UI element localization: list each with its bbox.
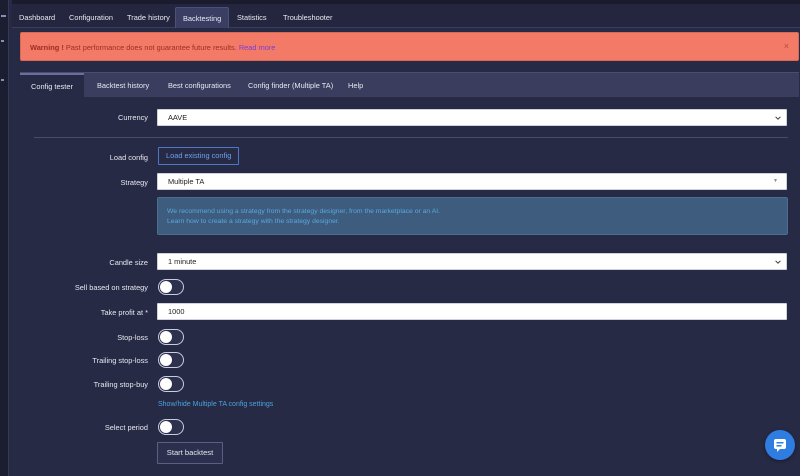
warning-banner: Warning ! Past performance does not guar… <box>20 32 799 61</box>
currency-value: AAVE <box>168 113 188 122</box>
nav-tab-trade-history[interactable]: Trade history <box>120 7 177 28</box>
toggle-knob <box>160 421 172 433</box>
show-hide-multiple-ta-settings-link[interactable]: Show/hide Multiple TA config settings <box>158 401 273 408</box>
select-period-toggle[interactable] <box>158 419 184 435</box>
nav-tab-troubleshooter[interactable]: Troubleshooter <box>276 7 339 28</box>
strategy-select[interactable]: Multiple TA ▼ <box>157 173 787 190</box>
warning-label: Warning ! <box>30 43 64 52</box>
candle-size-value: 1 minute <box>168 257 197 266</box>
take-profit-value: 1000 <box>168 307 185 316</box>
sell-based-on-strategy-toggle[interactable] <box>158 279 184 295</box>
chat-button[interactable] <box>765 430 795 460</box>
chat-icon <box>774 439 786 452</box>
read-more-link[interactable]: Read more <box>239 43 276 52</box>
warning-text: Past performance does not guarantee futu… <box>65 43 237 52</box>
toggle-knob <box>160 354 172 366</box>
start-backtest-button[interactable]: Start backtest <box>157 442 223 464</box>
toggle-knob <box>160 331 172 343</box>
load-config-label: Load config <box>109 153 148 162</box>
rail-marker[interactable] <box>1 40 4 42</box>
strategy-label: Strategy <box>120 178 148 187</box>
chevron-down-icon <box>775 260 781 264</box>
tab-backtest-history[interactable]: Backtest history <box>86 73 160 98</box>
tab-help[interactable]: Help <box>337 73 374 98</box>
currency-label: Currency <box>118 113 148 122</box>
trailing-stop-loss-toggle[interactable] <box>158 352 184 368</box>
tab-config-tester[interactable]: Config tester <box>20 73 84 98</box>
tab-best-configurations[interactable]: Best configurations <box>157 73 242 98</box>
currency-select[interactable]: AAVE <box>157 109 787 126</box>
trailing-stop-buy-toggle[interactable] <box>158 376 184 392</box>
stop-loss-label: Stop-loss <box>117 333 148 342</box>
trailing-stop-buy-label: Trailing stop-buy <box>93 380 148 389</box>
info-text: We recommend using a strategy from the s… <box>167 208 441 215</box>
sub-tabs: Config tester Backtest history Best conf… <box>20 72 799 98</box>
candle-size-select[interactable]: 1 minute <box>157 253 787 270</box>
caret-down-icon: ▼ <box>773 178 778 184</box>
strategy-info-box: We recommend using a strategy from the s… <box>157 197 788 235</box>
nav-tab-dashboard[interactable]: Dashboard <box>12 7 62 28</box>
toggle-knob <box>160 378 172 390</box>
nav-tab-statistics[interactable]: Statistics <box>230 7 274 28</box>
strategy-value: Multiple TA <box>168 177 205 186</box>
top-nav: Dashboard Configuration Trade history Ba… <box>12 0 800 28</box>
toggle-knob <box>160 281 172 293</box>
trailing-stop-loss-label: Trailing stop-loss <box>92 356 148 365</box>
select-period-label: Select period <box>104 423 148 432</box>
close-icon[interactable]: × <box>784 41 789 51</box>
chevron-down-icon <box>775 116 781 120</box>
take-profit-input[interactable]: 1000 <box>157 303 787 320</box>
divider <box>34 137 788 138</box>
left-rail <box>0 0 9 476</box>
rail-marker[interactable] <box>1 79 4 81</box>
candle-size-label: Candle size <box>109 258 148 267</box>
warning-message: Warning ! Past performance does not guar… <box>30 43 275 52</box>
nav-tab-backtesting[interactable]: Backtesting <box>175 7 230 28</box>
tab-config-finder[interactable]: Config finder (Multiple TA) <box>237 73 344 98</box>
rail-marker[interactable] <box>1 15 6 17</box>
stop-loss-toggle[interactable] <box>158 329 184 345</box>
take-profit-label: Take profit at * <box>100 308 148 317</box>
load-existing-config-button[interactable]: Load existing config <box>158 147 240 165</box>
sell-based-on-strategy-label: Sell based on strategy <box>74 283 148 292</box>
nav-tab-configuration[interactable]: Configuration <box>62 7 120 28</box>
info-link[interactable]: Learn how to create a strategy with the … <box>167 218 340 225</box>
